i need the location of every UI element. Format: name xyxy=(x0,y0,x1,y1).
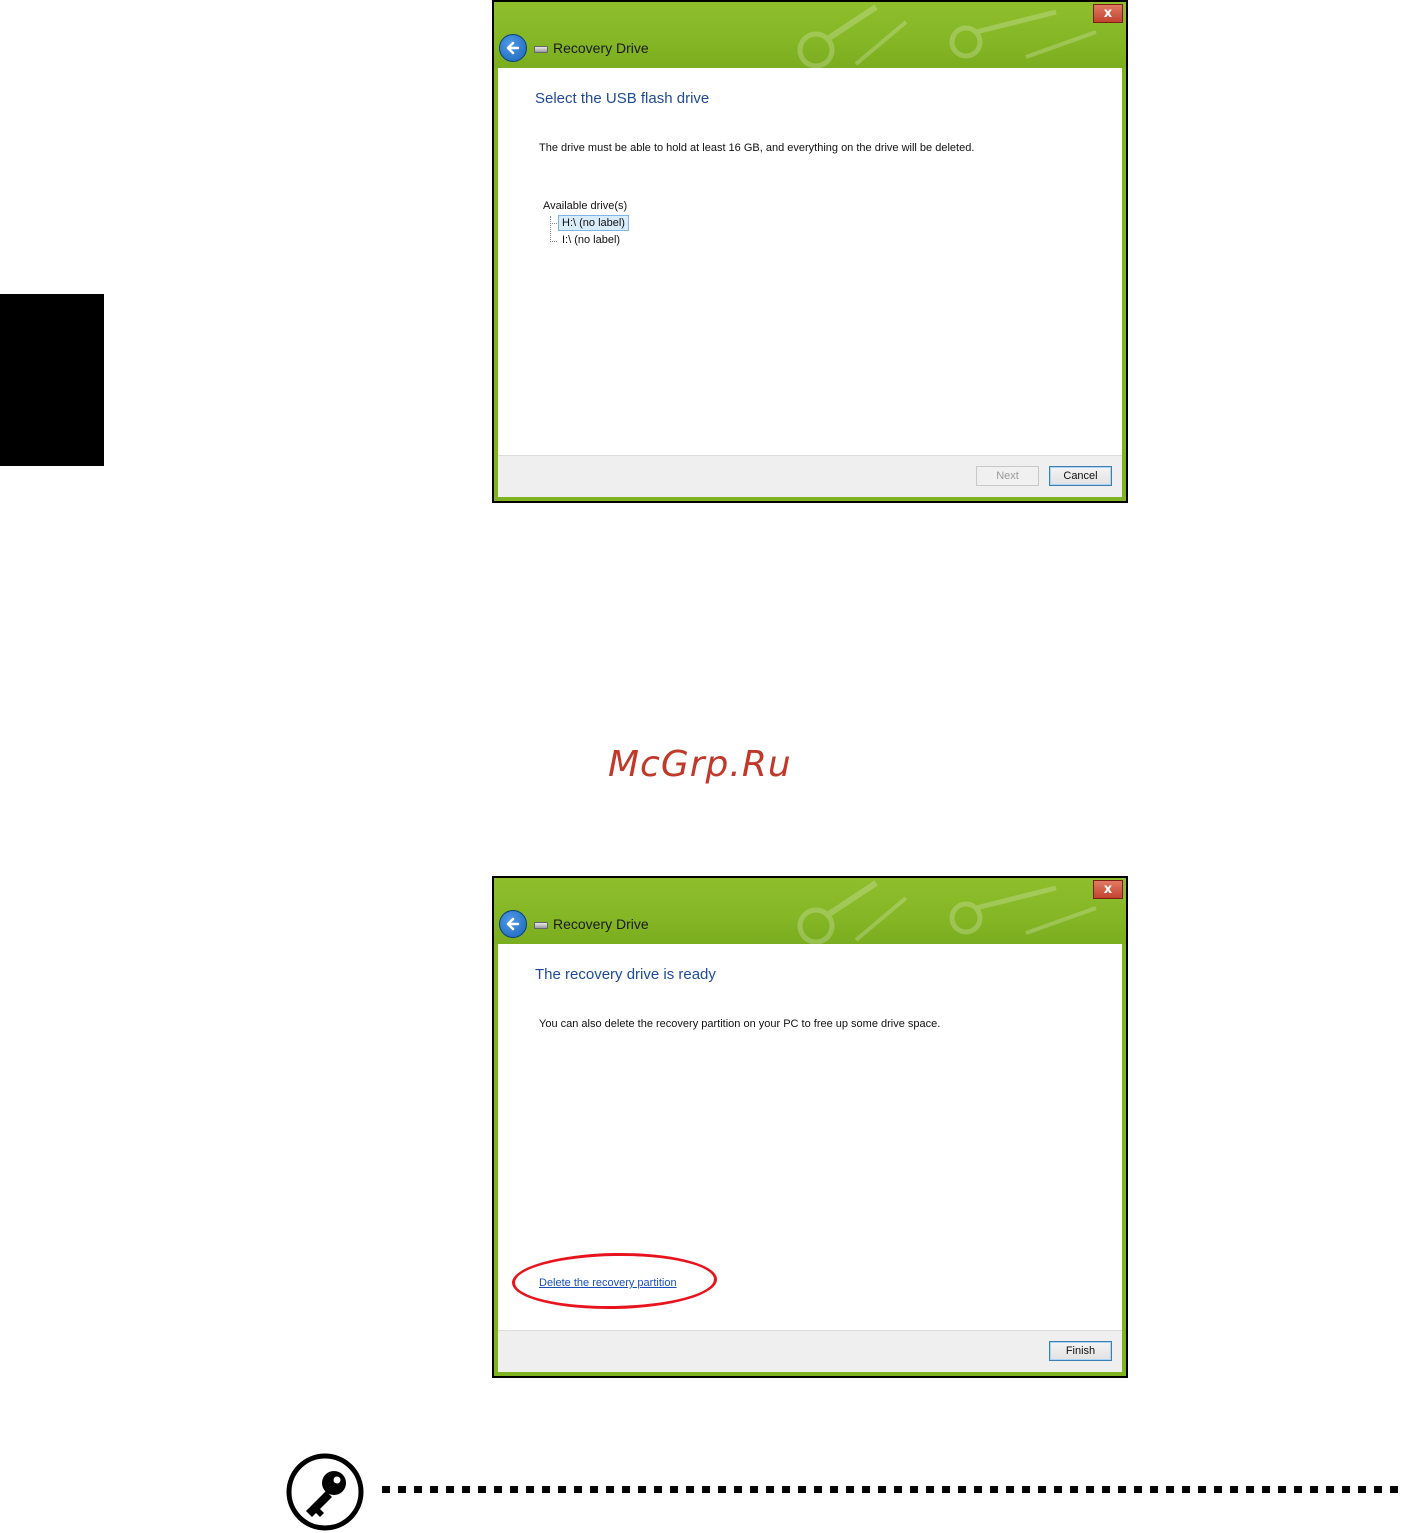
tree-connector xyxy=(550,216,552,242)
side-tab-marker xyxy=(0,294,104,466)
next-button[interactable]: Next xyxy=(976,466,1039,486)
window-title: Recovery Drive xyxy=(553,916,649,932)
dialog-footer: Next Cancel xyxy=(498,455,1122,497)
back-arrow-icon xyxy=(506,917,520,931)
window-title: Recovery Drive xyxy=(553,40,649,56)
back-arrow-icon xyxy=(506,41,520,55)
tree-branch xyxy=(550,241,557,242)
recovery-drive-dialog-ready: x Recovery Drive The recovery drive is r… xyxy=(492,876,1128,1378)
close-icon: x xyxy=(1103,882,1113,897)
available-drives-label: Available drive(s) xyxy=(543,200,628,212)
watermark-text: McGrp.Ru xyxy=(608,744,792,785)
titlebar-decoration xyxy=(797,4,1097,68)
drive-icon xyxy=(534,922,548,929)
close-button[interactable]: x xyxy=(1093,4,1123,23)
cancel-button[interactable]: Cancel xyxy=(1049,466,1112,486)
note-divider xyxy=(382,1486,1400,1493)
tree-branch xyxy=(550,223,557,224)
back-button[interactable] xyxy=(499,34,527,62)
title-bar: x Recovery Drive xyxy=(494,878,1126,944)
close-icon: x xyxy=(1103,6,1113,21)
page-heading: The recovery drive is ready xyxy=(535,966,716,983)
key-icon xyxy=(286,1453,364,1531)
titlebar-decoration xyxy=(797,880,1097,944)
dialog-content: Select the USB flash drive The drive mus… xyxy=(498,68,1122,458)
recovery-drive-dialog-select: x Recovery Drive Select the USB flash dr… xyxy=(492,0,1128,503)
finish-button[interactable]: Finish xyxy=(1049,1341,1112,1361)
highlight-ellipse xyxy=(511,1251,718,1311)
drive-icon xyxy=(534,46,548,53)
back-button[interactable] xyxy=(499,910,527,938)
page-heading: Select the USB flash drive xyxy=(535,90,710,107)
instruction-text: The drive must be able to hold at least … xyxy=(539,142,975,154)
dialog-footer: Finish xyxy=(498,1330,1122,1372)
drive-item-i[interactable]: I:\ (no label) xyxy=(559,233,623,247)
dialog-content: The recovery drive is ready You can also… xyxy=(498,944,1122,1333)
close-button[interactable]: x xyxy=(1093,880,1123,899)
drive-item-h[interactable]: H:\ (no label) xyxy=(558,215,629,231)
title-bar: x Recovery Drive xyxy=(494,2,1126,68)
instruction-text: You can also delete the recovery partiti… xyxy=(539,1018,941,1030)
